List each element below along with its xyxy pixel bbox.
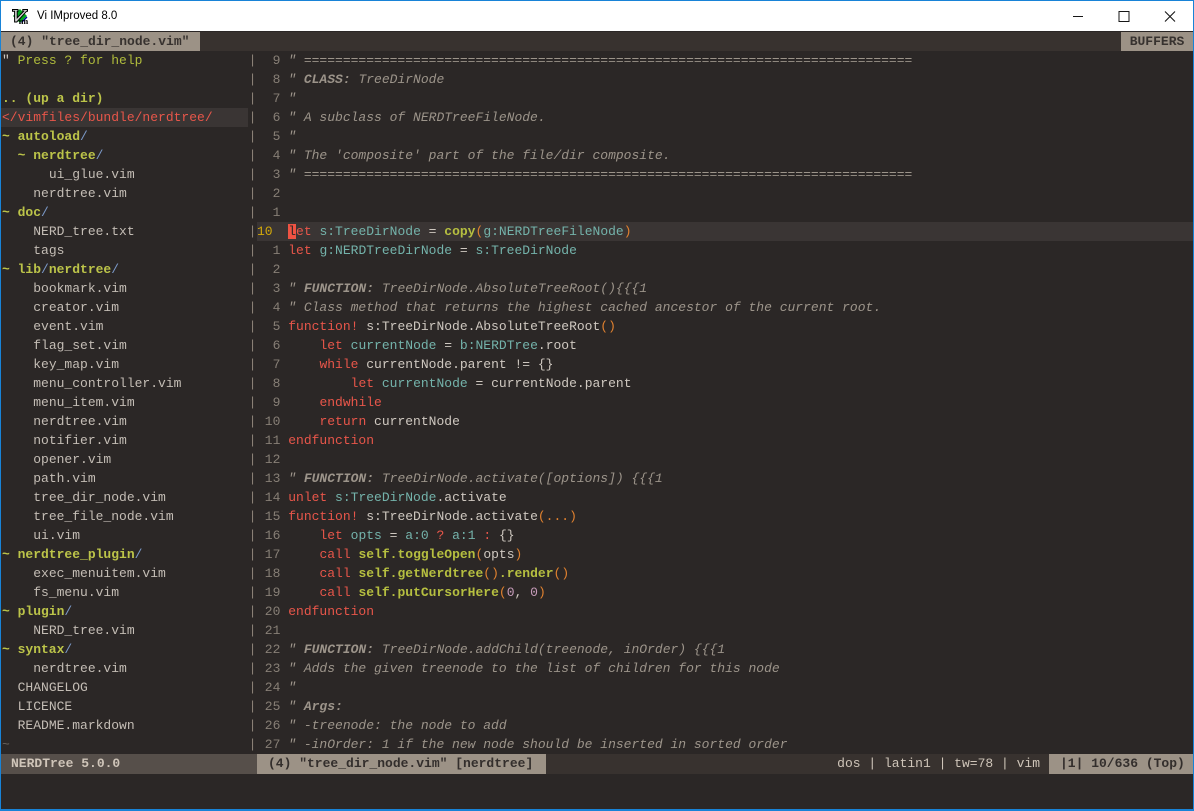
svg-text:im: im: [19, 16, 28, 25]
